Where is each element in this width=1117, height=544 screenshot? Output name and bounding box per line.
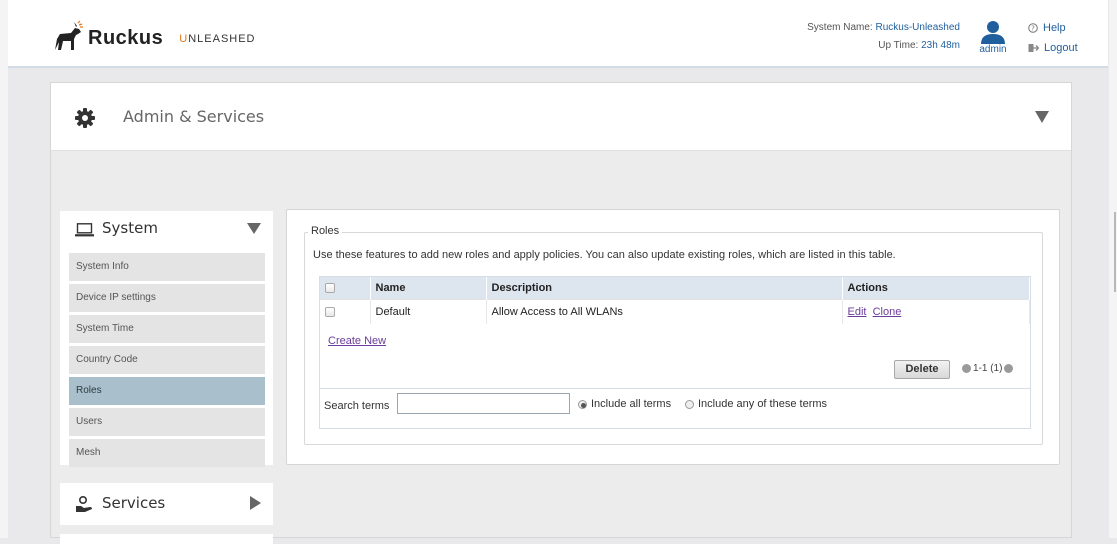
sidebar-item-roles[interactable]: Roles (69, 377, 265, 405)
user-name: admin (979, 44, 1007, 55)
sidebar-item-users[interactable]: Users (69, 408, 265, 436)
next-page-icon[interactable] (1004, 364, 1014, 373)
help-label: Help (1043, 22, 1066, 34)
ruckus-dog-icon (55, 20, 83, 50)
roles-content-box: Roles Use these features to add new role… (286, 209, 1060, 465)
scrollbar-thumb[interactable] (1114, 212, 1116, 292)
uptime-value: 23h 48m (921, 40, 960, 51)
column-header-description[interactable]: Description (486, 277, 843, 299)
sidebar-item-system-time[interactable]: System Time (69, 315, 265, 343)
roles-table-area: Name Description Actions Default Allow A… (319, 276, 1031, 429)
sidebar-item-device-ip-settings[interactable]: Device IP settings (69, 284, 265, 312)
uptime-label: Up Time: (878, 40, 919, 51)
ruckus-logo[interactable]: Ruckus UNLEASHED (52, 18, 256, 52)
system-group-header[interactable]: System (60, 211, 273, 247)
system-name-label: System Name: (807, 22, 873, 33)
sidebar-item-system-info[interactable]: System Info (69, 253, 265, 281)
collapse-triangle-icon[interactable] (1035, 110, 1049, 124)
panel-title: Admin & Services (123, 107, 265, 126)
sidebar-item-mesh[interactable]: Mesh (69, 439, 265, 467)
edit-link[interactable]: Edit (848, 306, 867, 318)
services-group-title: Services (102, 494, 166, 512)
delete-button[interactable]: Delete (894, 360, 950, 379)
header-links: ? Help Logout (1028, 18, 1078, 58)
role-actions-cell: Edit Clone (842, 298, 1030, 324)
help-link[interactable]: ? Help (1028, 18, 1078, 38)
pagination-text: 1-1 (1) (973, 363, 1003, 374)
brand-name: Ruckus (88, 27, 164, 49)
svg-text:?: ? (1031, 25, 1035, 33)
left-edge (0, 0, 8, 538)
sidebar-next-group[interactable] (60, 534, 273, 544)
role-name-cell: Default (370, 298, 487, 324)
select-all-header (320, 277, 371, 299)
table-row: Default Allow Access to All WLANs Edit C… (320, 298, 1030, 324)
column-header-actions: Actions (842, 277, 1030, 299)
column-header-name[interactable]: Name (370, 277, 487, 299)
system-name-value: Ruckus-Unleashed (875, 22, 961, 33)
collapsed-triangle-icon (250, 496, 261, 510)
clone-link[interactable]: Clone (873, 306, 902, 318)
top-header: Ruckus UNLEASHED System Name: Ruckus-Unl… (8, 0, 1108, 68)
panel-header[interactable]: Admin & Services (51, 83, 1071, 151)
search-label: Search terms (324, 400, 390, 412)
include-any-radio[interactable] (685, 399, 694, 409)
table-header-row: Name Description Actions (320, 277, 1030, 299)
user-avatar-icon (981, 21, 1005, 44)
services-hand-icon (76, 496, 92, 512)
pagination: 1-1 (1) (962, 363, 1014, 374)
admin-services-panel: Admin & Services System System Info Devi… (50, 82, 1072, 544)
vertical-scrollbar[interactable] (1109, 0, 1117, 538)
laptop-icon (75, 223, 94, 237)
system-group-title: System (102, 219, 158, 237)
create-new-link[interactable]: Create New (328, 335, 386, 347)
include-any-label: Include any of these terms (698, 398, 828, 410)
expanded-triangle-icon (247, 223, 261, 234)
services-group-header[interactable]: Services (60, 483, 273, 519)
include-all-radio[interactable] (578, 399, 587, 409)
sidebar-system-group: System System Info Device IP settings Sy… (60, 211, 273, 467)
sidebar-services-group[interactable]: Services (60, 483, 273, 525)
search-input[interactable] (397, 393, 570, 414)
logout-link[interactable]: Logout (1028, 38, 1078, 58)
include-all-terms-option[interactable]: Include all terms (578, 398, 671, 410)
search-row: Search terms Include all terms Include a… (320, 388, 1030, 428)
previous-page-icon[interactable] (962, 364, 971, 373)
include-any-terms-option[interactable]: Include any of these terms (685, 398, 827, 410)
row-checkbox[interactable] (325, 306, 335, 317)
role-description-cell: Allow Access to All WLANs (486, 298, 843, 324)
row-select-cell (320, 298, 371, 324)
roles-table: Name Description Actions Default Allow A… (320, 277, 1030, 324)
roles-description: Use these features to add new roles and … (313, 249, 896, 261)
roles-legend: Roles (308, 225, 343, 237)
logout-icon (1028, 44, 1039, 52)
logout-label: Logout (1044, 42, 1078, 54)
system-info: System Name: Ruckus-Unleashed Up Time: 2… (807, 19, 960, 55)
help-icon: ? (1028, 23, 1038, 33)
user-menu[interactable]: admin (977, 20, 1009, 55)
gear-icon (75, 108, 95, 128)
select-all-checkbox[interactable] (325, 282, 335, 293)
sidebar-item-country-code[interactable]: Country Code (69, 346, 265, 374)
roles-fieldset: Roles Use these features to add new role… (304, 225, 1043, 445)
brand-subtitle: UNLEASHED (179, 33, 256, 45)
include-all-label: Include all terms (591, 398, 672, 410)
